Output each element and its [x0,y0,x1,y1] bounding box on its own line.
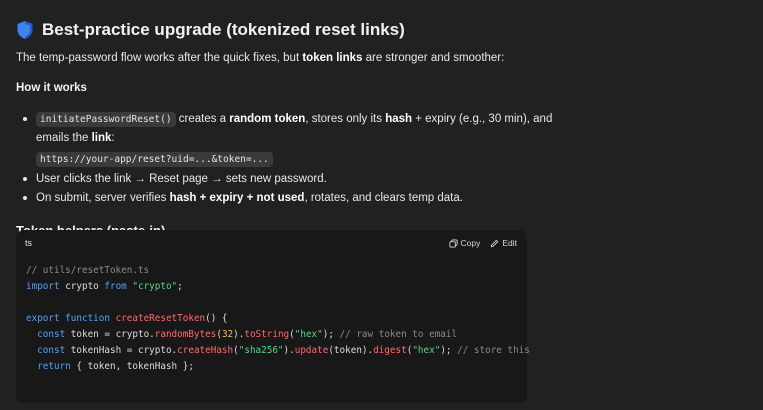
bold-text: link [91,132,112,144]
intro-text: The temp-password flow works after the q… [16,52,303,64]
pencil-icon [491,239,499,247]
intro-text-end: are stronger and smoother: [362,52,505,64]
code-text: ). [283,345,295,356]
code-text: { token, tokenHash }; [70,361,194,372]
code-line: const token = crypto.randomBytes(32).toS… [26,327,530,343]
code-line: return { token, tokenHash }; [26,359,530,375]
edit-label: Edit [502,238,517,248]
copy-icon [448,238,458,248]
list-item: On submit, server verifies hash + expiry… [16,189,556,207]
code-function: createHash [177,345,234,356]
code-line: export function createResetToken() { [26,311,530,327]
code-string: "hex" [412,345,441,356]
copy-button[interactable]: Copy [448,238,481,248]
intro-paragraph: The temp-password flow works after the q… [16,50,556,66]
code-text: ); [440,345,458,356]
code-language-label: ts [25,238,33,248]
code-text: ); [322,329,340,340]
inline-code: initiatePasswordReset() [36,112,176,127]
intro-bold: token links [302,52,363,64]
message-content: Best-practice upgrade (tokenized reset l… [16,0,556,238]
text: , rotates, and clears temp data. [304,192,463,204]
text: User clicks the link → Reset page → sets… [36,173,327,185]
code-keyword: export function [26,313,110,324]
code-content: // utils/resetToken.ts import crypto from… [26,263,530,375]
code-comment: // store this [457,345,530,356]
code-text: tokenHash = crypto. [65,345,178,356]
text: On submit, server verifies [36,192,170,204]
code-function: toString [244,329,290,340]
code-text: ; [177,281,183,292]
bold-text: hash [385,113,413,125]
code-string: "hex" [294,329,323,340]
code-keyword: return [37,361,71,372]
code-number: 32 [221,329,234,340]
code-string: "crypto" [132,281,178,292]
heading-title: Best-practice upgrade (tokenized reset l… [42,20,405,39]
inline-code-url: https://your-app/reset?uid=...&token=... [36,152,273,167]
code-text: () { [205,313,228,324]
code-line: const tokenHash = crypto.createHash("sha… [26,343,530,359]
code-function: randomBytes [154,329,217,340]
code-string: "sha256" [238,345,284,356]
bold-text: hash + expiry + not used [169,192,305,204]
text: , stores only its [305,113,386,125]
text: : [111,132,115,144]
code-line: // utils/resetToken.ts [26,263,530,279]
edit-button[interactable]: Edit [490,238,517,248]
code-text: token = crypto. [65,329,155,340]
bold-text: random token [229,113,306,125]
list-item: User clicks the link → Reset page → sets… [16,170,556,188]
code-function: digest [373,345,407,356]
url-line: https://your-app/reset?uid=...&token=... [36,150,556,169]
code-keyword: import [26,281,60,292]
list-item: initiatePasswordReset() creates a random… [16,110,556,169]
how-it-works-list: initiatePasswordReset() creates a random… [16,110,556,207]
code-comment: // utils/resetToken.ts [26,265,150,276]
section-heading: Best-practice upgrade (tokenized reset l… [16,18,556,42]
text: creates a [175,113,230,125]
code-block-header: ts Copy Edit [25,238,517,254]
code-comment: // raw token to email [339,329,458,340]
code-text: crypto [59,281,105,292]
copy-label: Copy [460,238,481,248]
code-line: import crypto from "crypto"; [26,279,530,295]
code-text: ). [233,329,245,340]
code-block: ts Copy Edit // utils/resetToken.ts impor… [16,230,530,403]
code-text: (token). [328,345,374,356]
code-function: createResetToken [115,313,206,324]
how-it-works-heading: How it works [16,82,87,94]
code-keyword: const [37,329,66,340]
code-actions: Copy Edit [448,238,517,248]
code-keyword: const [37,345,66,356]
shield-icon [16,20,34,40]
code-keyword: from [104,281,127,292]
code-function: update [294,345,329,356]
